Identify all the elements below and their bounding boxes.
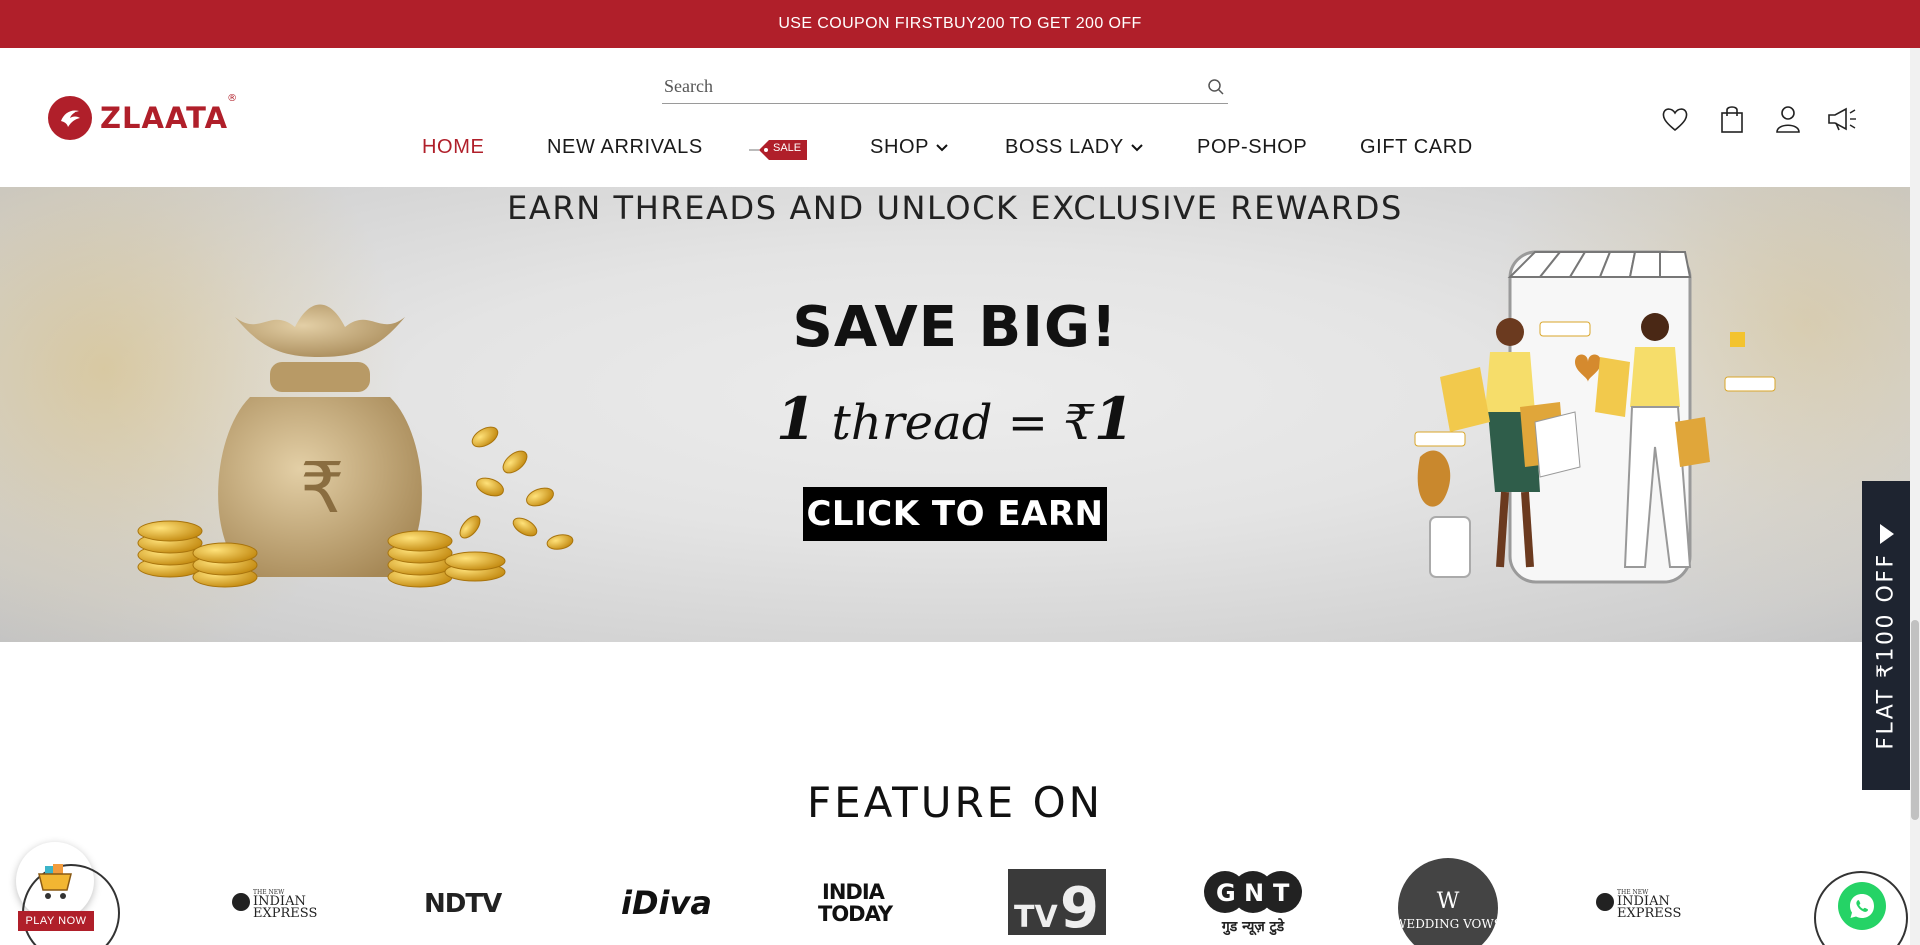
press-logo-idiva[interactable]: iDiva: [616, 858, 720, 945]
svg-text:iDiva: iDiva: [621, 884, 712, 920]
nav-item-pop-shop[interactable]: POP-SHOP: [1197, 136, 1307, 159]
nav-label: GIFT CARD: [1360, 136, 1473, 158]
nav-label: NEW ARRIVALS: [547, 136, 703, 158]
phoenix-logo-icon: [48, 96, 92, 140]
tv9-nine: 9: [1060, 876, 1099, 935]
nav-item-boss-lady[interactable]: BOSS LADY: [1005, 136, 1144, 159]
equation-sign: =: [1007, 395, 1048, 451]
scrollbar-thumb[interactable]: [1911, 620, 1919, 820]
rewards-banner[interactable]: EARN THREADS AND UNLOCK EXCLUSIVE REWARD…: [0, 187, 1910, 642]
svg-text:T: T: [1273, 879, 1290, 907]
svg-text:G: G: [1216, 879, 1236, 907]
play-arrow-icon: [1880, 524, 1894, 544]
search-icon[interactable]: [1206, 77, 1226, 97]
svg-text:N: N: [1244, 879, 1264, 907]
press-logos-row: THE NEW INDIAN EXPRESS NDTV iDiva INDIA …: [0, 858, 1910, 945]
press-logo-ndtv[interactable]: NDTV: [420, 858, 525, 945]
svg-text:TV: TV: [1014, 900, 1058, 935]
press-logo-gnt[interactable]: G N T गुड न्यूज़ टुडे: [1203, 858, 1303, 945]
nav-label: SHOP: [870, 136, 930, 158]
chevron-down-icon: [936, 143, 948, 151]
tv9-logo-icon: TV 9: [1008, 868, 1106, 935]
svg-text:TODAY: TODAY: [818, 902, 894, 925]
nav-label: POP-SHOP: [1197, 136, 1308, 158]
nav-item-new-arrivals[interactable]: NEW ARRIVALS: [547, 136, 703, 159]
indian-express-logo-icon: THE NEW INDIAN EXPRESS: [1596, 889, 1681, 919]
shoppers-illustration-icon: [1414, 250, 1776, 584]
nav-item-gift-card[interactable]: GIFT CARD: [1360, 136, 1473, 159]
press-logo-tv9[interactable]: TV 9: [1007, 858, 1107, 945]
press-logo-indian-express-2[interactable]: THE NEW INDIAN EXPRESS: [1592, 858, 1692, 945]
announcement-bar[interactable]: USE COUPON FIRSTBUY200 TO GET 200 OFF: [0, 0, 1920, 48]
nav-item-sale[interactable]: SALE: [749, 136, 809, 164]
idiva-logo-icon: iDiva: [621, 884, 712, 920]
equation-number-right: 1: [1093, 385, 1135, 453]
flat-off-label: FLAT ₹100 OFF: [1873, 552, 1899, 750]
megaphone-icon[interactable]: [1826, 102, 1860, 136]
feature-on-heading: FEATURE ON: [806, 778, 1104, 827]
click-to-earn-button[interactable]: CLICK TO EARN: [803, 487, 1107, 541]
play-now-button[interactable]: [16, 842, 120, 945]
svg-text:WEDDING VOWS: WEDDING VOWS: [1398, 917, 1498, 931]
svg-text:EXPRESS: EXPRESS: [253, 906, 317, 919]
brand-logo[interactable]: ZLAATA ®: [48, 93, 237, 140]
banner-headline: EARN THREADS AND UNLOCK EXCLUSIVE REWARD…: [507, 189, 1403, 227]
search-input[interactable]: [664, 76, 1164, 97]
press-logo-wedding-vows[interactable]: W WEDDING VOWS: [1397, 858, 1499, 945]
heart-icon[interactable]: [1658, 102, 1692, 136]
shopping-cart-icon: [38, 864, 72, 899]
svg-text:W: W: [1437, 889, 1460, 914]
page: USE COUPON FIRSTBUY200 TO GET 200 OFF ZL…: [0, 0, 1920, 945]
main-nav: HOME NEW ARRIVALS SALE SHOP BOSS LADY PO…: [0, 136, 1920, 166]
svg-text:₹: ₹: [300, 447, 345, 529]
gnt-logo-icon: G N T गुड न्यूज़ टुडे: [1204, 870, 1302, 936]
svg-text:INDIA: INDIA: [822, 880, 886, 904]
india-today-logo-icon: INDIA TODAY: [818, 880, 895, 925]
whatsapp-chat-button[interactable]: [1838, 882, 1886, 930]
registered-mark: ®: [227, 93, 239, 104]
site-header: ZLAATA ® HOME NEW ARRIVALS: [0, 48, 1920, 187]
svg-text:EXPRESS: EXPRESS: [1617, 906, 1681, 919]
svg-text:NDTV: NDTV: [424, 889, 502, 917]
nav-label: BOSS LADY: [1005, 136, 1124, 158]
sale-tag-label: SALE: [773, 142, 802, 154]
press-logo-indian-express[interactable]: THE NEW INDIAN EXPRESS: [228, 858, 328, 945]
wedding-vows-logo-icon: W WEDDING VOWS: [1398, 858, 1498, 945]
whatsapp-icon: [1850, 894, 1874, 918]
user-icon[interactable]: [1771, 102, 1805, 136]
brand-name: ZLAATA ®: [100, 93, 237, 135]
brand-name-text: ZLAATA: [100, 101, 229, 135]
flat-off-side-tab[interactable]: FLAT ₹100 OFF: [1862, 481, 1910, 790]
equation-currency: ₹: [1063, 395, 1094, 451]
bag-icon[interactable]: [1715, 102, 1749, 136]
equation-word: thread: [831, 395, 993, 451]
play-now-label[interactable]: PLAY NOW: [18, 911, 94, 931]
chevron-down-icon: [1131, 143, 1143, 151]
nav-label: HOME: [422, 136, 485, 158]
ndtv-logo-icon: NDTV: [424, 889, 503, 917]
page-scrollbar[interactable]: [1910, 48, 1920, 945]
announcement-text: USE COUPON FIRSTBUY200 TO GET 200 OFF: [778, 15, 1142, 32]
nav-item-home[interactable]: HOME: [422, 136, 484, 159]
search-bar: [662, 70, 1228, 104]
gnt-hindi-text: गुड न्यूज़ टुडे: [1221, 918, 1285, 936]
press-logo-india-today[interactable]: INDIA TODAY: [815, 858, 911, 945]
nav-item-shop[interactable]: SHOP: [870, 136, 949, 159]
equation-number-left: 1: [775, 385, 817, 453]
indian-express-logo-icon: THE NEW INDIAN EXPRESS: [232, 889, 317, 919]
